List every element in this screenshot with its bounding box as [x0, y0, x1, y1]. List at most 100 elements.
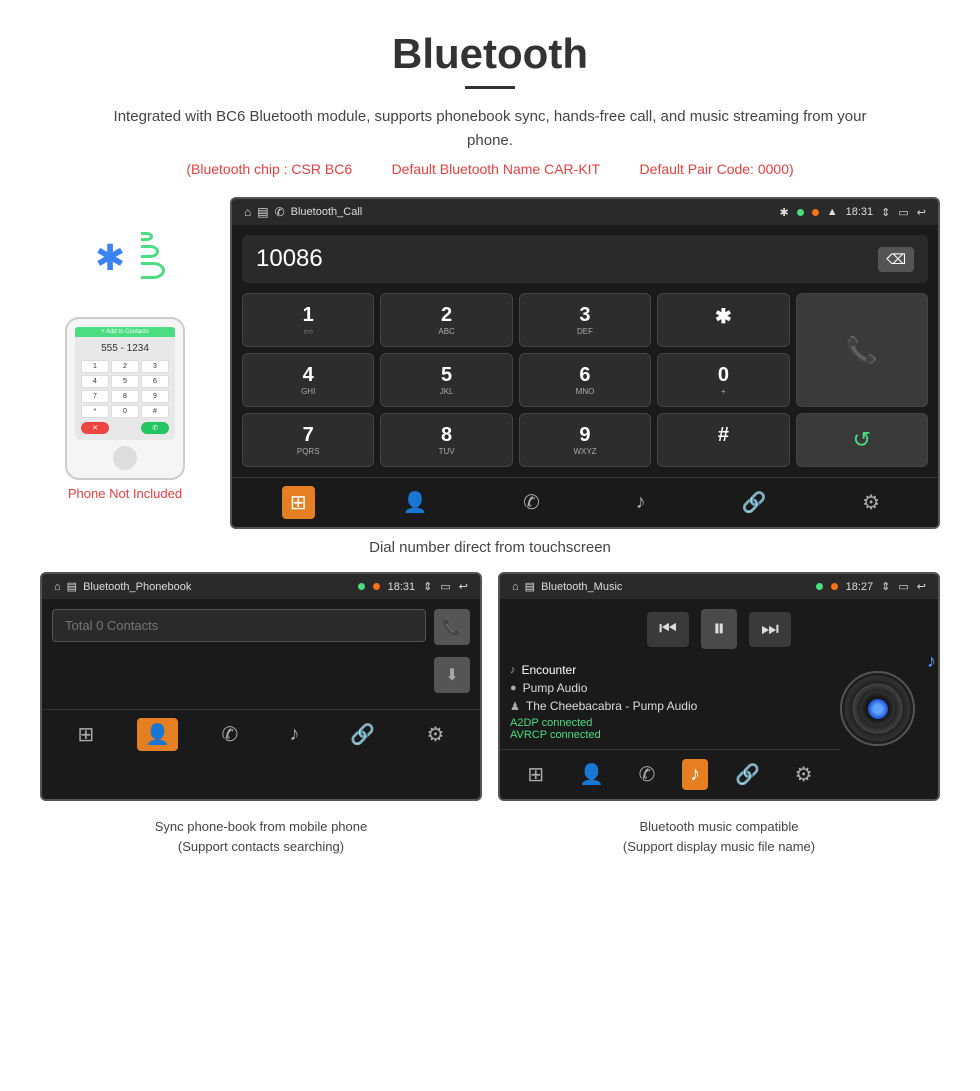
album-art: ♪ — [840, 671, 920, 751]
key-6[interactable]: 6MNO — [519, 353, 651, 407]
ms-time: 18:27 — [846, 581, 874, 593]
backspace-button[interactable]: ⌫ — [878, 247, 914, 272]
phone-keypad: 1 2 3 4 5 6 7 8 9 * 0 # — [81, 360, 169, 418]
music-topbar-right: 18:27 ⇕ ▭ ↩ — [816, 580, 926, 593]
menu-icon: ▤ — [257, 205, 268, 219]
status-dot-2 — [812, 209, 819, 216]
key-8[interactable]: 8TUV — [380, 413, 512, 467]
pb-status-dot-2 — [373, 583, 380, 590]
ms-title: Bluetooth_Music — [541, 581, 622, 593]
home-icon: ⌂ — [244, 205, 251, 219]
phonebook-caption-text: Sync phone-book from mobile phone(Suppor… — [155, 819, 367, 854]
signal-waves — [141, 232, 165, 283]
key-2[interactable]: 2ABC — [380, 293, 512, 347]
signal-wave-small — [141, 232, 153, 241]
page-title: Bluetooth — [40, 30, 940, 78]
phone-icon[interactable]: ✆ — [515, 486, 548, 519]
bluetooth-signal-icon: ✱ — [85, 227, 165, 307]
music-topbar: ⌂ ▤ Bluetooth_Music 18:27 ⇕ ▭ ↩ — [500, 574, 938, 599]
status-dot-1 — [797, 209, 804, 216]
bluetooth-icon: ✱ — [95, 237, 125, 279]
window-icon: ▭ — [898, 206, 908, 219]
track-1-name: Encounter — [522, 663, 577, 677]
phonebook-caption: Sync phone-book from mobile phone(Suppor… — [40, 817, 482, 856]
ms-menu-icon: ▤ — [525, 580, 535, 593]
phone-end-btn: ✕ — [81, 422, 109, 434]
key-hash[interactable]: # — [657, 413, 789, 467]
music-icon[interactable]: ♪ — [628, 487, 654, 518]
bottom-screenshots: ⌂ ▤ Bluetooth_Phonebook 18:31 ⇕ ▭ ↩ 📞 ⬇ — [40, 572, 940, 801]
pb-music-icon[interactable]: ♪ — [281, 719, 307, 750]
key-1[interactable]: 1○○ — [242, 293, 374, 347]
title-divider — [465, 86, 515, 89]
phone-key-3: 3 — [141, 360, 169, 373]
music-info: ♪ Encounter ● Pump Audio ♟ The Cheebacab… — [500, 659, 938, 749]
main-caption: Dial number direct from touchscreen — [40, 539, 940, 556]
key-5[interactable]: 5JKL — [380, 353, 512, 407]
bottom-captions: Sync phone-book from mobile phone(Suppor… — [40, 811, 940, 856]
music-controls: ⏮ ⏸ ⏭ — [500, 599, 938, 659]
play-pause-button[interactable]: ⏸ — [701, 609, 737, 649]
pb-title: Bluetooth_Phonebook — [83, 581, 191, 593]
topbar-left: ⌂ ▤ ✆ Bluetooth_Call — [244, 205, 362, 219]
key-7[interactable]: 7PQRS — [242, 413, 374, 467]
vinyl-center — [868, 699, 888, 719]
phonebook-topbar-left: ⌂ ▤ Bluetooth_Phonebook — [54, 580, 191, 593]
phonebook-call-btn[interactable]: 📞 — [434, 609, 470, 645]
key-star[interactable]: ✱ — [657, 293, 789, 347]
topbar-right: ✱ ▲ 18:31 ⇕ ▭ ↩ — [780, 206, 926, 219]
key-0[interactable]: 0+ — [657, 353, 789, 407]
phone-key-8: 8 — [111, 390, 139, 403]
ms-music-icon[interactable]: ♪ — [682, 759, 708, 790]
phonebook-screenshot: ⌂ ▤ Bluetooth_Phonebook 18:31 ⇕ ▭ ↩ 📞 ⬇ — [40, 572, 482, 801]
phone-key-1: 1 — [81, 360, 109, 373]
ms-keypad-icon[interactable]: ⊞ — [519, 758, 552, 791]
spec-name: Default Bluetooth Name CAR-KIT — [392, 161, 601, 177]
ms-window-icon: ▭ — [898, 580, 908, 593]
contacts-icon[interactable]: 👤 — [394, 486, 435, 519]
keypad-icon[interactable]: ⊞ — [282, 486, 315, 519]
pb-link-icon[interactable]: 🔗 — [342, 718, 383, 751]
pb-settings-icon[interactable]: ⚙ — [418, 718, 452, 751]
pb-keypad-icon[interactable]: ⊞ — [70, 718, 103, 751]
music-screenshot: ⌂ ▤ Bluetooth_Music 18:27 ⇕ ▭ ↩ ⏮ ⏸ ⏭ ♪ — [498, 572, 940, 801]
recall-button[interactable]: ↺ — [796, 413, 928, 467]
phone-call-btn: ✆ — [141, 422, 169, 434]
phone-key-5: 5 — [111, 375, 139, 388]
ms-settings-icon[interactable]: ⚙ — [787, 758, 821, 791]
pb-back-icon: ↩ — [459, 580, 468, 593]
dial-number: 10086 — [256, 245, 323, 273]
key-9[interactable]: 9WXYZ — [519, 413, 651, 467]
key-4[interactable]: 4GHI — [242, 353, 374, 407]
link-icon[interactable]: 🔗 — [733, 486, 774, 519]
next-track-button[interactable]: ⏭ — [749, 612, 791, 647]
phone-key-9: 9 — [141, 390, 169, 403]
phonebook-topbar: ⌂ ▤ Bluetooth_Phonebook 18:31 ⇕ ▭ ↩ — [42, 574, 480, 599]
phone-mockup: + Add to Contacts 555 - 1234 1 2 3 4 5 6… — [65, 317, 185, 480]
main-screenshot-area: ✱ + Add to Contacts 555 - 1234 1 2 3 4 5… — [40, 197, 940, 529]
phone-key-star: * — [81, 405, 109, 418]
expand-icon: ⇕ — [881, 206, 890, 219]
ms-status-dot-1 — [816, 583, 823, 590]
phone-key-2: 2 — [111, 360, 139, 373]
phonebook-download-btn[interactable]: ⬇ — [434, 657, 470, 693]
settings-icon[interactable]: ⚙ — [854, 486, 888, 519]
phone-key-0: 0 — [111, 405, 139, 418]
music-caption: Bluetooth music compatible(Support displ… — [498, 817, 940, 856]
pb-home-icon: ⌂ — [54, 581, 61, 593]
ms-phone-icon[interactable]: ✆ — [631, 758, 664, 791]
call-button[interactable]: 📞 — [796, 293, 928, 407]
pb-contacts-icon[interactable]: 👤 — [137, 718, 178, 751]
contacts-search-input[interactable] — [52, 609, 426, 642]
pb-phone-icon[interactable]: ✆ — [213, 718, 246, 751]
pb-expand-icon: ⇕ — [423, 580, 432, 593]
key-3[interactable]: 3DEF — [519, 293, 651, 347]
phone-home-button — [113, 446, 137, 470]
ms-link-icon[interactable]: 🔗 — [727, 758, 768, 791]
pb-menu-icon: ▤ — [67, 580, 77, 593]
ms-contacts-icon[interactable]: 👤 — [571, 758, 612, 791]
description-text: Integrated with BC6 Bluetooth module, su… — [100, 105, 880, 153]
prev-track-button[interactable]: ⏮ — [647, 612, 689, 647]
signal-icon: ▲ — [827, 206, 838, 218]
specs-text: (Bluetooth chip : CSR BC6 Default Blueto… — [40, 161, 940, 177]
